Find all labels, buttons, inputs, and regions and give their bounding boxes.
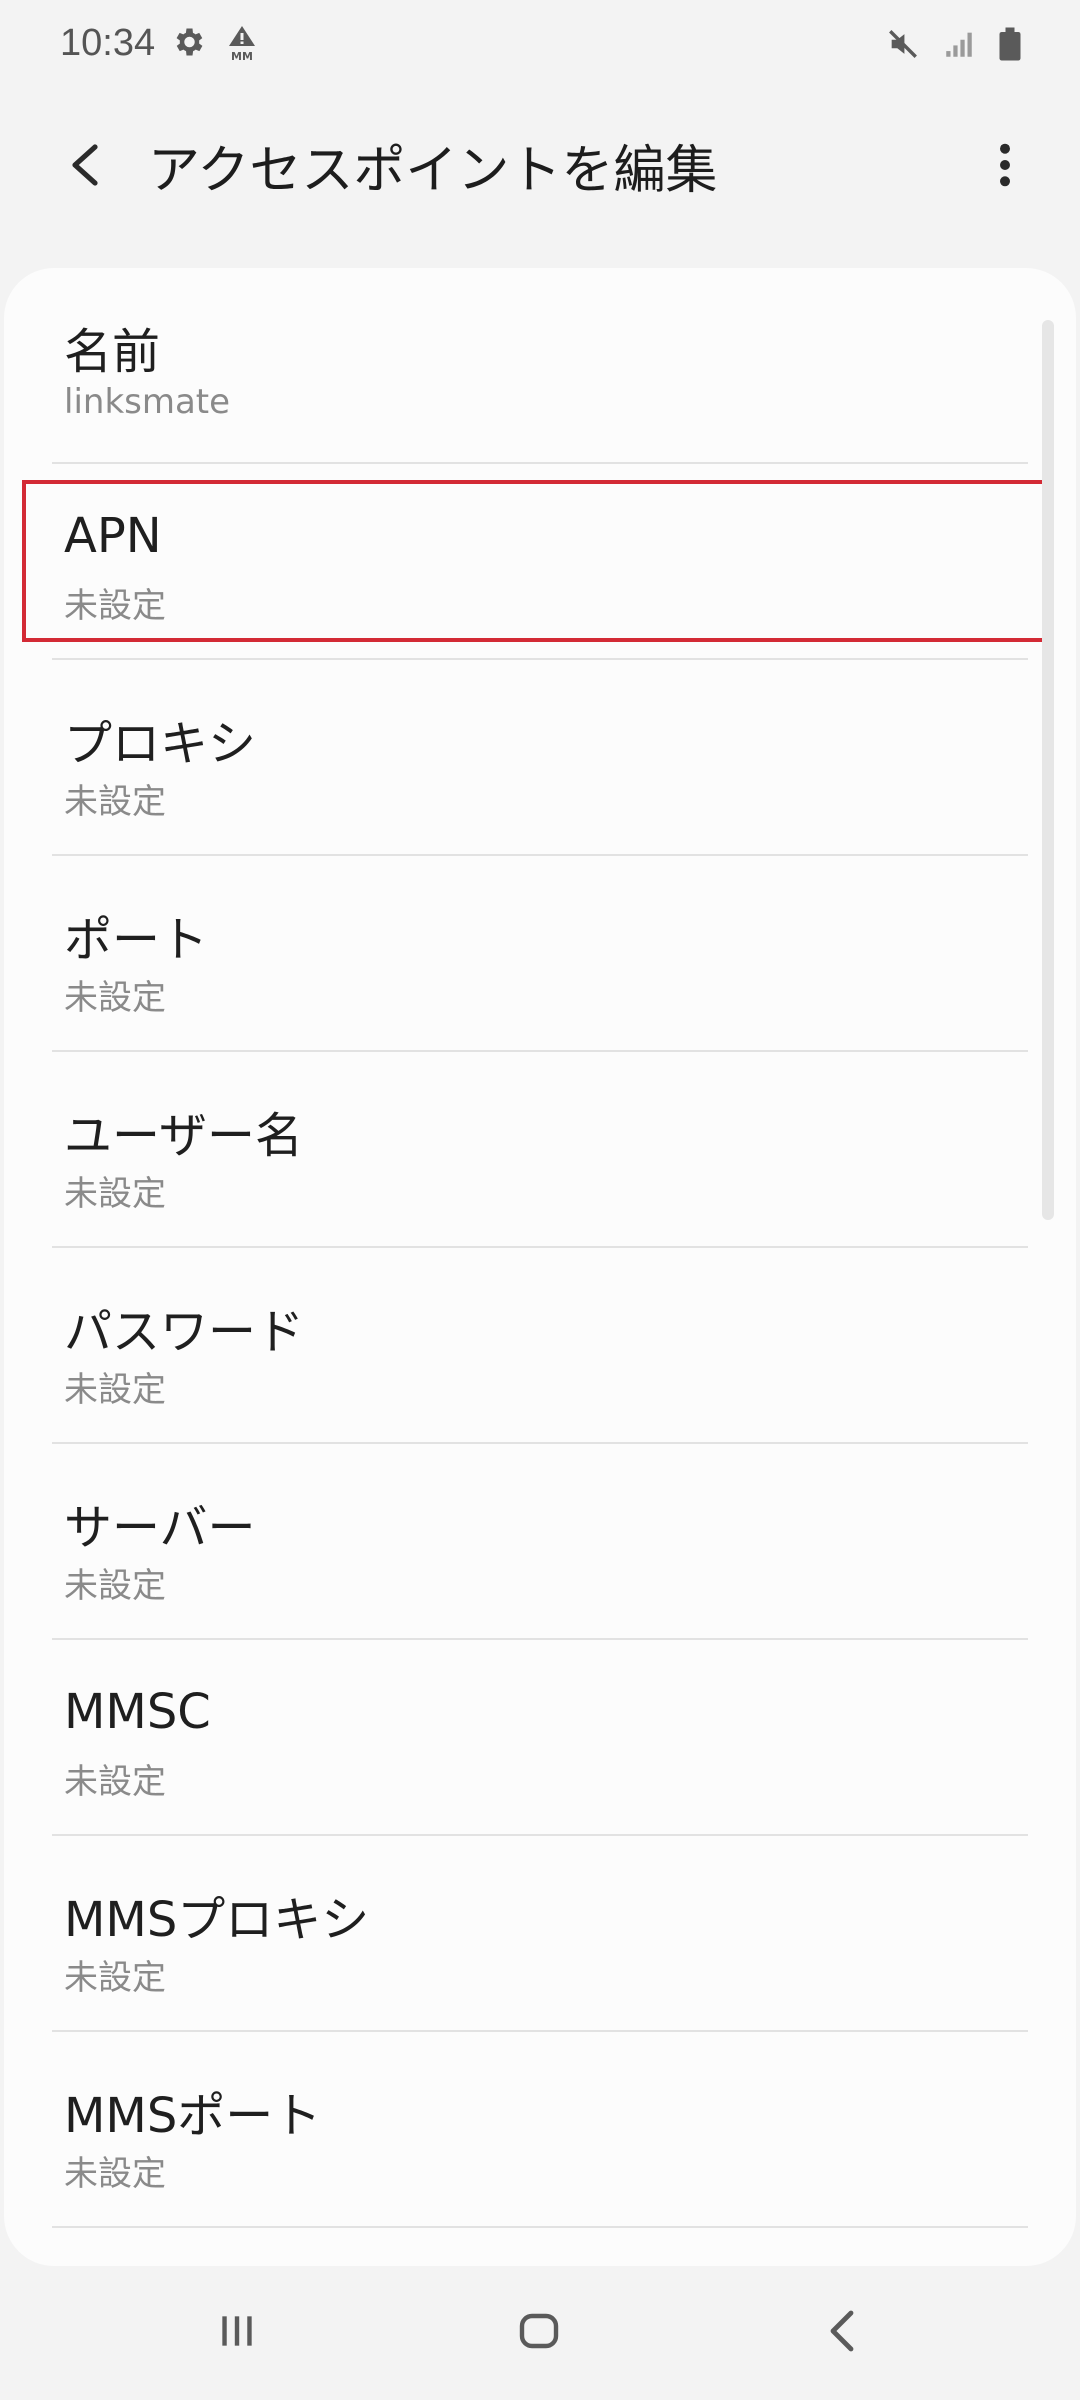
app-bar: アクセスポイントを編集 [0,92,1080,242]
setting-item-server[interactable]: サーバー 未設定 [4,1444,1076,1640]
setting-item-mms-port[interactable]: MMSポート 未設定 [4,2032,1076,2228]
setting-item-port[interactable]: ポート 未設定 [4,856,1076,1052]
setting-value: 未設定 [64,1566,166,1606]
settings-card: 名前 linksmate APN 未設定 プロキシ 未設定 ポート 未設定 ユー… [4,268,1076,2266]
setting-value: 未設定 [64,978,166,1018]
setting-value: 未設定 [64,1958,166,1998]
mute-icon [886,27,920,61]
setting-label: ユーザー名 [64,1108,304,1164]
setting-value: 未設定 [64,1174,166,1214]
setting-item-mmsc[interactable]: MMSC 未設定 [4,1640,1076,1836]
setting-item-proxy[interactable]: プロキシ 未設定 [4,660,1076,856]
home-button[interactable] [494,2296,584,2366]
setting-label: MMSC [64,1684,211,1740]
alert-mm-icon: MM [224,24,260,64]
setting-label: パスワード [64,1304,305,1360]
recent-apps-icon [222,2316,252,2346]
status-bar: 10:34 MM [0,0,1080,92]
setting-item-apn[interactable]: APN 未設定 [4,464,1076,660]
status-right-icons [886,26,1022,62]
setting-item-username[interactable]: ユーザー名 未設定 [4,1052,1076,1248]
battery-icon [998,26,1022,62]
navigation-bar [0,2266,1080,2400]
setting-label: プロキシ [64,716,257,772]
setting-value: 未設定 [64,2154,166,2194]
status-left-icons: MM [170,24,260,64]
setting-label: MMSポート [64,2088,322,2144]
setting-label: APN [64,508,162,564]
signal-icon [942,27,976,61]
nav-back-button[interactable] [798,2296,888,2366]
recent-apps-button[interactable] [192,2296,282,2366]
setting-value: 未設定 [64,782,166,822]
divider [52,2226,1028,2228]
setting-value: 未設定 [64,1370,166,1410]
home-icon [519,2313,559,2349]
back-icon [830,2310,854,2352]
setting-label: サーバー [64,1500,256,1556]
setting-item-mms-proxy[interactable]: MMSプロキシ 未設定 [4,1836,1076,2032]
chevron-left-icon [72,144,98,186]
apn-settings-list: 名前 linksmate APN 未設定 プロキシ 未設定 ポート 未設定 ユー… [4,268,1076,2228]
back-button[interactable] [50,130,120,200]
more-options-button[interactable] [970,130,1040,200]
alert-mm-label: MM [231,50,253,63]
setting-value: 未設定 [64,1762,166,1802]
page-title: アクセスポイントを編集 [148,141,718,201]
setting-label: MMSプロキシ [64,1892,370,1948]
scrollbar[interactable] [1042,320,1054,1220]
setting-value: 未設定 [64,586,166,626]
setting-value: linksmate [64,382,231,422]
setting-item-name[interactable]: 名前 linksmate [4,268,1076,464]
status-time: 10:34 [60,22,156,64]
screen: 10:34 MM アクセスポイントを編集 名前 linksmate APN 未設… [0,0,1080,2400]
gear-icon [170,24,206,64]
more-vertical-icon [1000,143,1010,187]
setting-label: ポート [64,912,209,968]
setting-item-password[interactable]: パスワード 未設定 [4,1248,1076,1444]
setting-label: 名前 [64,324,161,380]
